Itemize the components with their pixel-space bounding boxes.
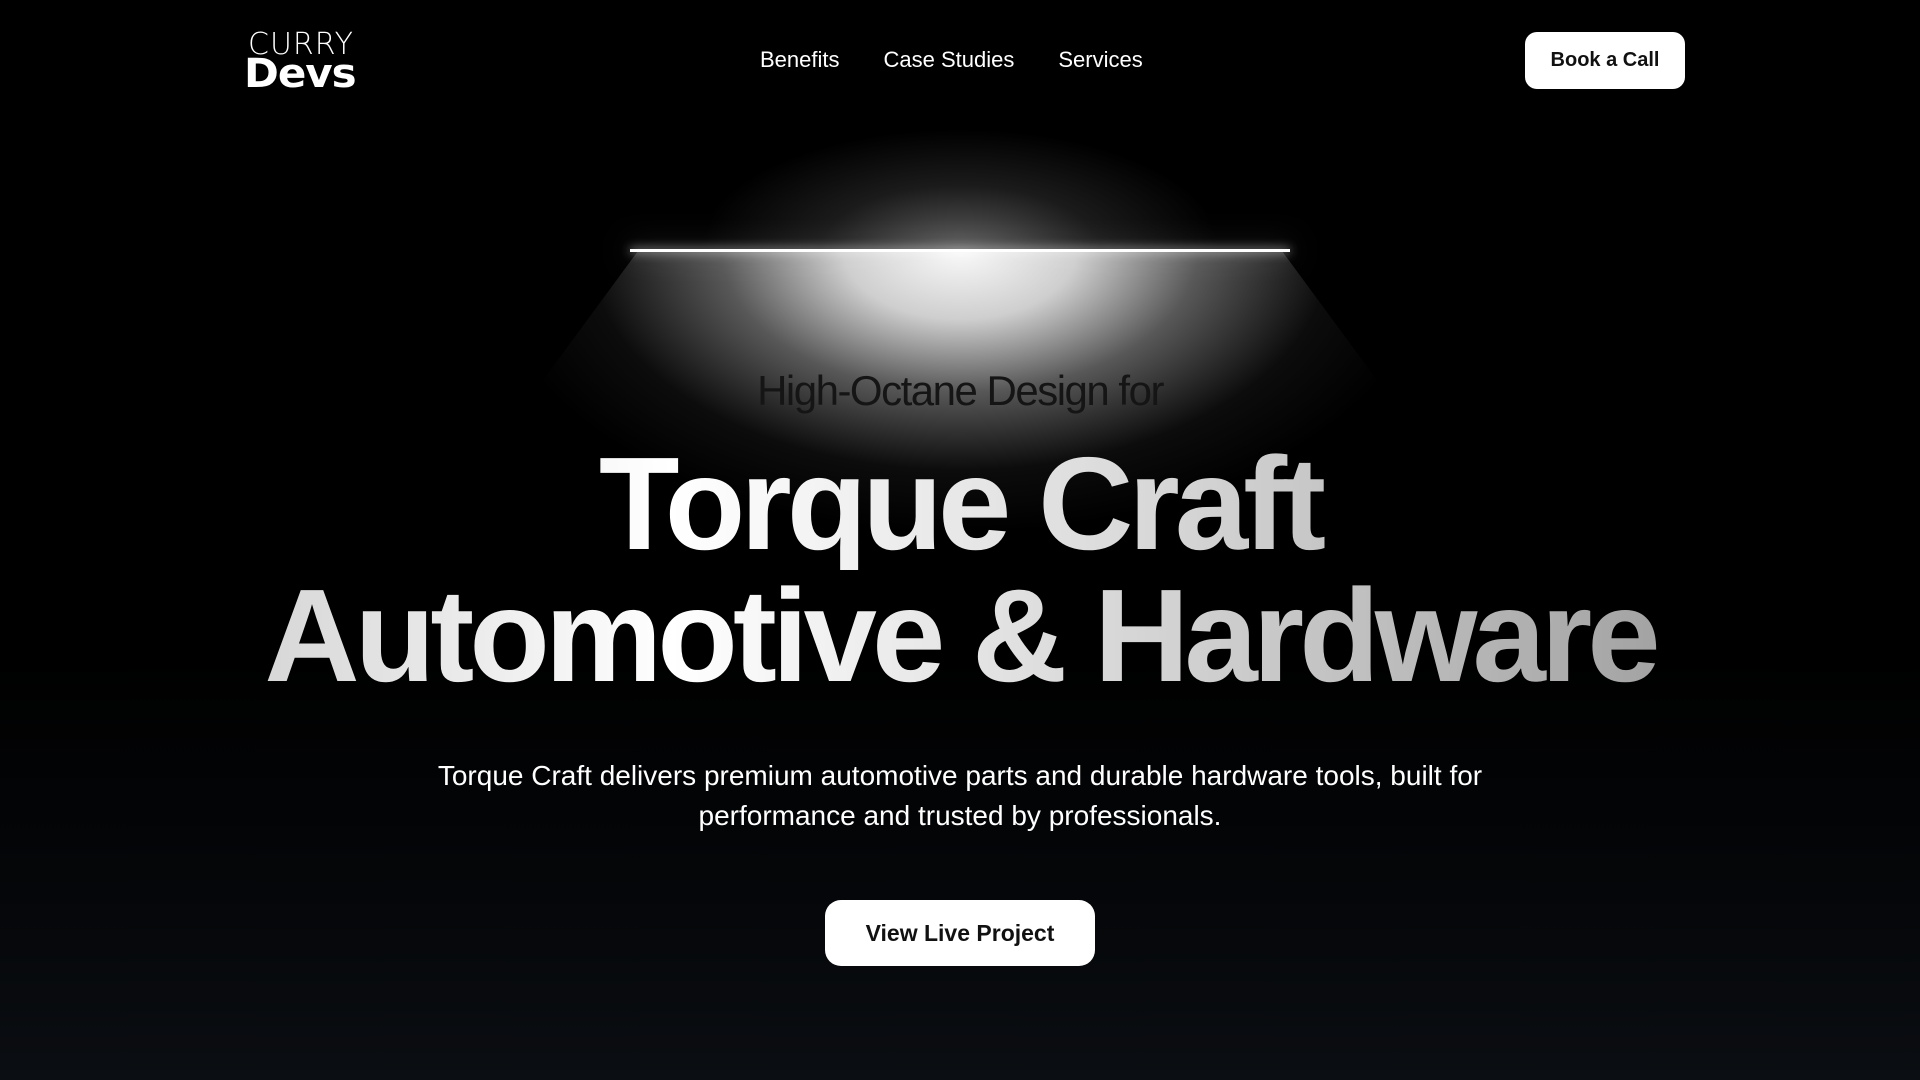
- logo[interactable]: CURRY Devs: [244, 28, 364, 95]
- view-live-project-button[interactable]: View Live Project: [825, 900, 1095, 966]
- main-nav: Benefits Case Studies Services: [760, 46, 1143, 74]
- hero-title: Torque Craft Automotive & Hardware: [0, 438, 1920, 702]
- hero-title-line-1: Torque Craft: [0, 438, 1920, 570]
- hero-eyebrow: High-Octane Design for: [757, 367, 1164, 414]
- hero-title-line-2: Automotive & Hardware: [0, 570, 1920, 702]
- landing-page: CURRY Devs Benefits Case Studies Service…: [0, 0, 1920, 1080]
- logo-wordmark-bottom: Devs: [244, 51, 357, 97]
- hero-subtitle: Torque Craft delivers premium automotive…: [437, 760, 1483, 831]
- light-bar: [630, 249, 1290, 252]
- nav-link-case-studies[interactable]: Case Studies: [884, 46, 1015, 74]
- book-a-call-button[interactable]: Book a Call: [1525, 32, 1685, 89]
- nav-link-benefits[interactable]: Benefits: [760, 46, 840, 74]
- nav-link-services[interactable]: Services: [1058, 46, 1142, 74]
